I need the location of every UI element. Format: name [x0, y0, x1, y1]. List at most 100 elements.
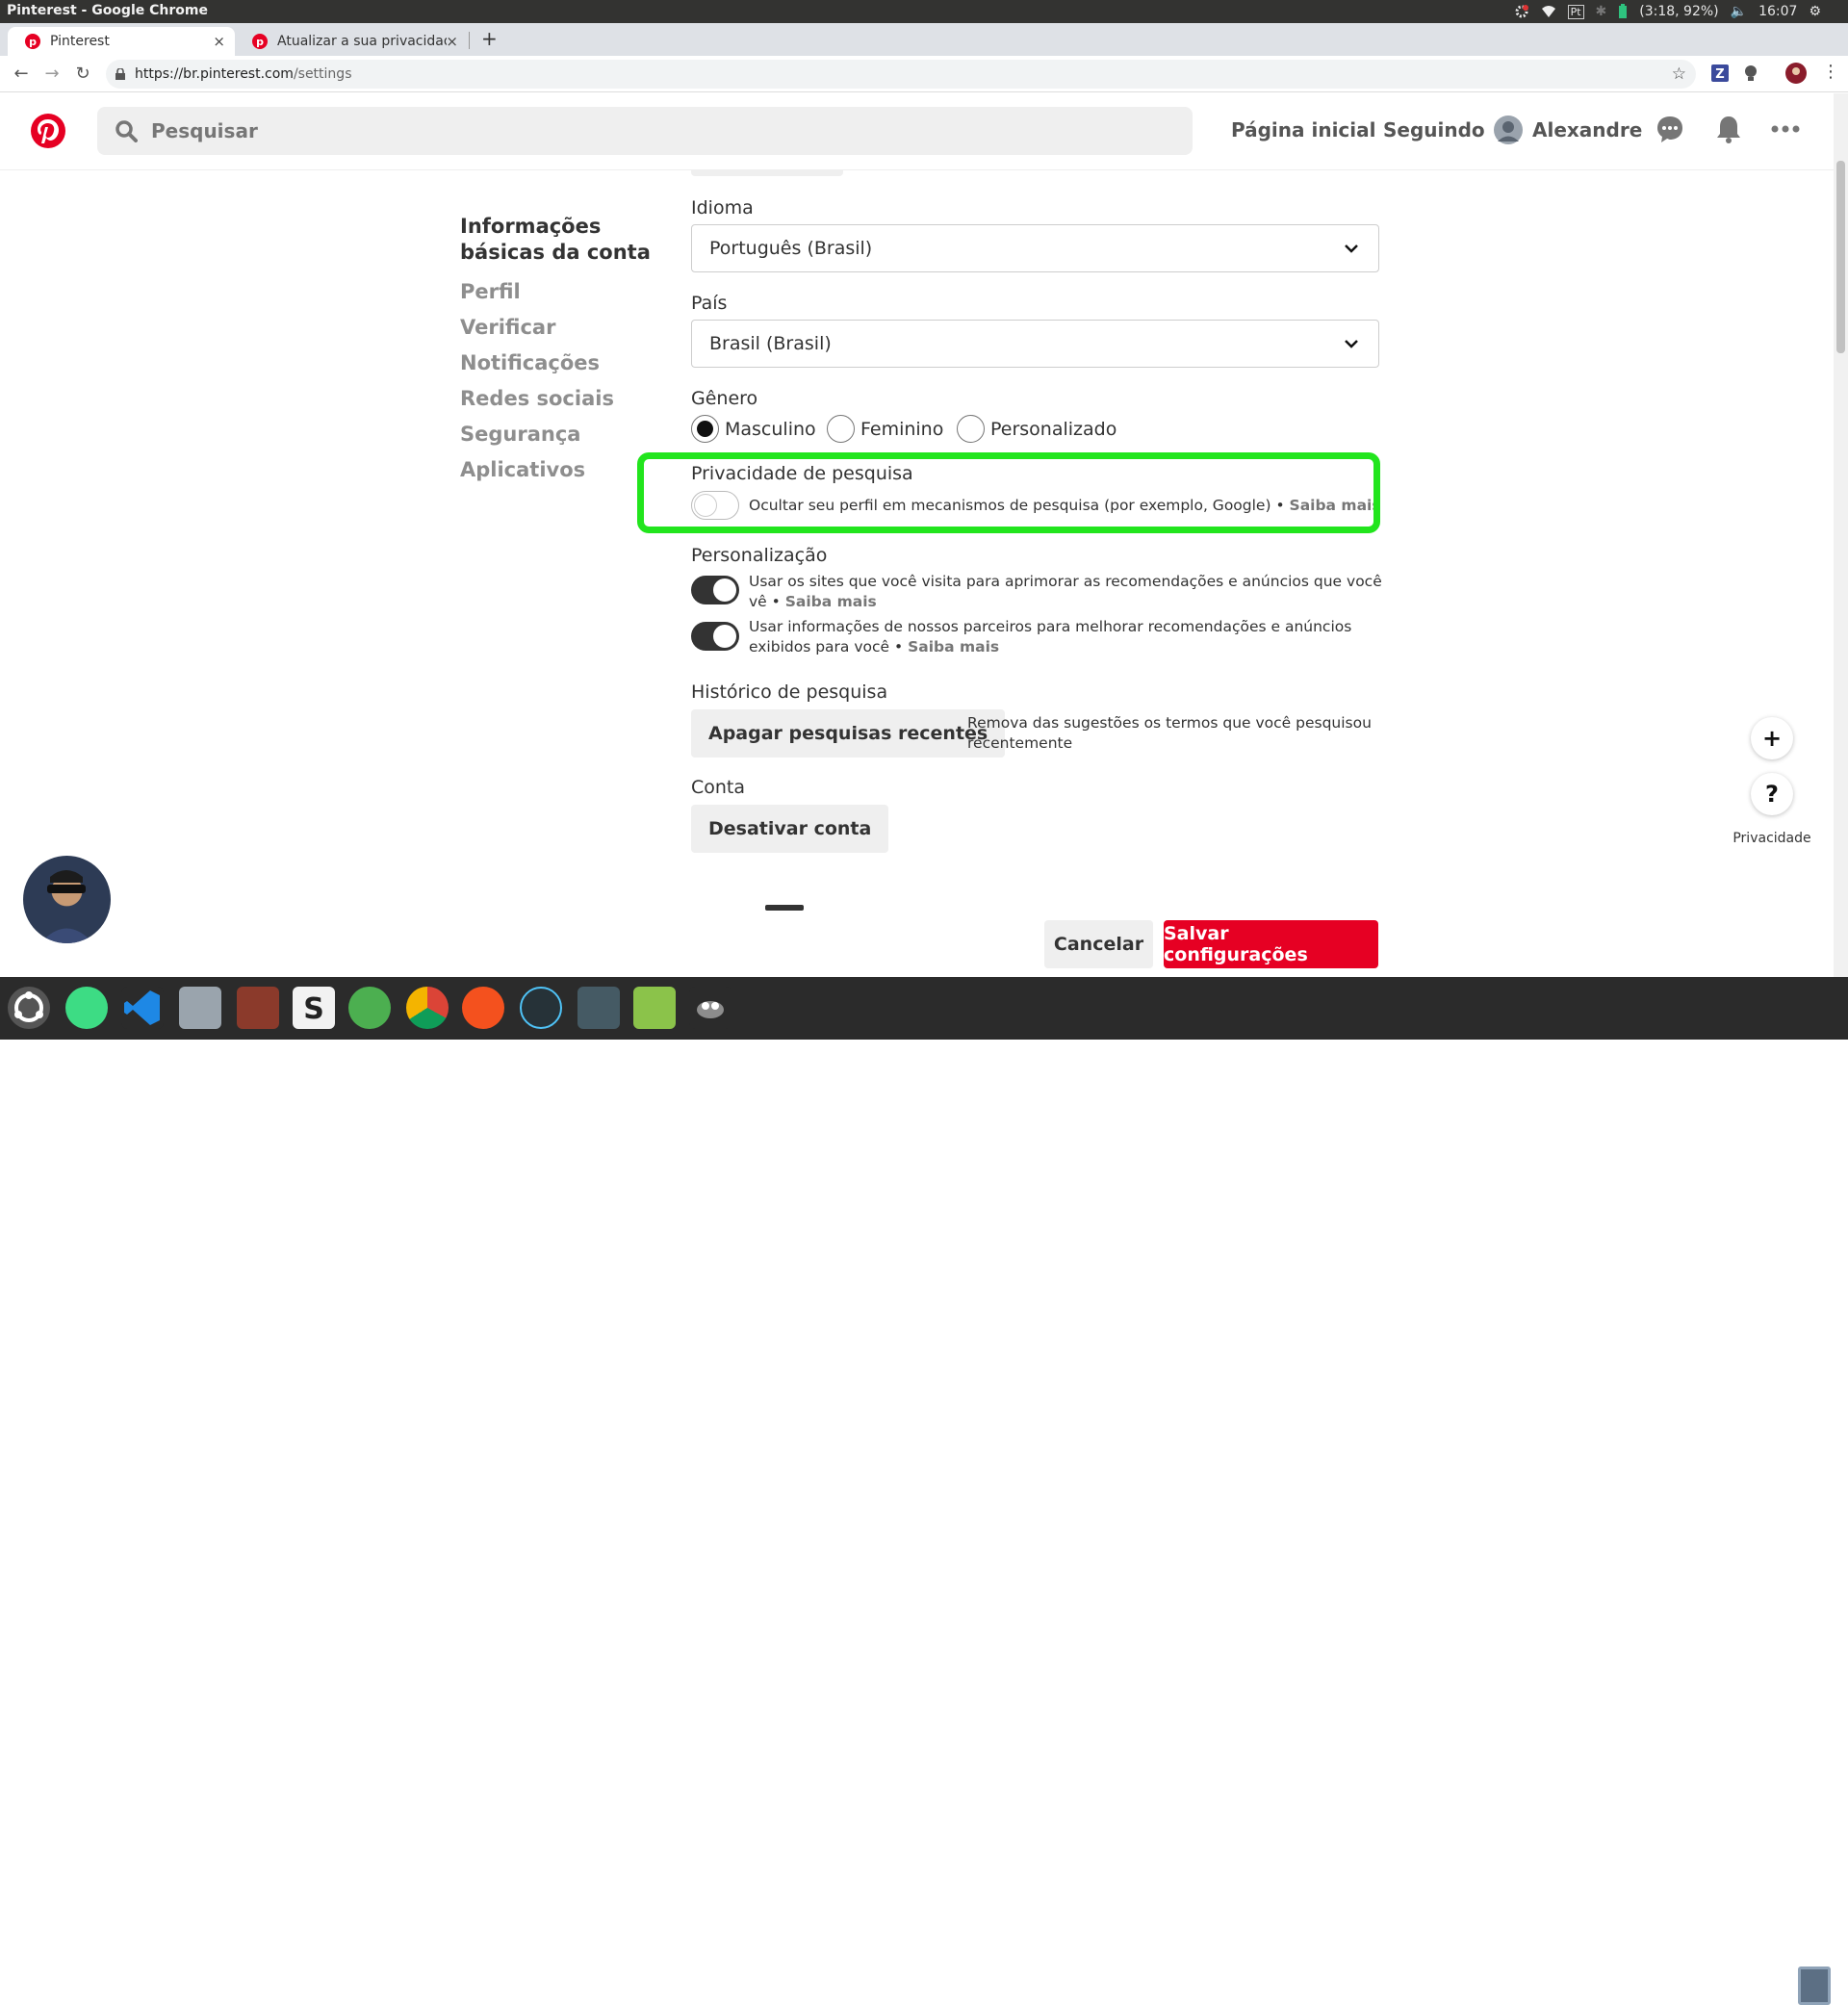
- learn-more-link[interactable]: Saiba mais: [908, 638, 999, 655]
- user-name-link[interactable]: Alexandre: [1532, 118, 1642, 141]
- more-options-icon[interactable]: [1771, 125, 1800, 133]
- android-studio-icon[interactable]: [65, 987, 108, 1029]
- ubuntu-launcher-icon[interactable]: [8, 987, 50, 1029]
- new-tab-button[interactable]: +: [481, 27, 498, 50]
- sidebar-item-profile[interactable]: Perfil: [460, 274, 672, 310]
- personalization-partners-toggle[interactable]: [691, 622, 739, 651]
- radio-empty-icon[interactable]: [957, 415, 985, 443]
- toggle-knob: [713, 578, 736, 602]
- tab-pinterest[interactable]: p Pinterest ×: [8, 27, 235, 56]
- svg-text:Z: Z: [1715, 67, 1724, 82]
- vscode-icon[interactable]: [121, 987, 164, 1029]
- language-select[interactable]: Português (Brasil): [691, 224, 1379, 272]
- sidebar-item-social-networks[interactable]: Redes sociais: [460, 381, 672, 417]
- profile-avatar-icon[interactable]: [1785, 63, 1807, 84]
- highlight-box: [637, 452, 1380, 533]
- keyboard-layout-indicator[interactable]: Pt: [1567, 4, 1584, 19]
- zotero-extension-icon[interactable]: Z: [1711, 64, 1729, 82]
- atom-icon[interactable]: [348, 987, 391, 1029]
- nav-home-link[interactable]: Página inicial: [1231, 118, 1376, 141]
- tab-divider: [469, 32, 470, 49]
- pinterest-favicon-icon: p: [25, 34, 40, 49]
- chrome-menu-icon[interactable]: ⋮: [1822, 62, 1839, 82]
- window-title: Pinterest - Google Chrome: [7, 3, 208, 18]
- forward-arrow-icon[interactable]: →: [41, 64, 63, 85]
- user-avatar[interactable]: [1494, 116, 1523, 144]
- gitkraken-icon[interactable]: [520, 987, 562, 1029]
- sublime-text-icon[interactable]: S: [293, 987, 335, 1029]
- country-select[interactable]: Brasil (Brasil): [691, 320, 1379, 368]
- sidebar-item-notifications[interactable]: Notificações: [460, 346, 672, 381]
- close-tab-icon[interactable]: ×: [446, 33, 458, 50]
- gender-radio-custom[interactable]: Personalizado: [957, 415, 1116, 443]
- lock-icon[interactable]: [116, 68, 125, 80]
- radio-selected-icon[interactable]: [691, 415, 719, 443]
- files-icon[interactable]: [179, 987, 221, 1029]
- tab-label: Atualizar a sua privacidad: [277, 34, 447, 49]
- account-label: Conta: [691, 777, 746, 798]
- terminal-icon[interactable]: [578, 987, 620, 1029]
- wifi-icon[interactable]: [1541, 5, 1556, 18]
- url-host: https://br.pinterest.com: [135, 66, 294, 82]
- cancel-button[interactable]: Cancelar: [1044, 920, 1153, 968]
- deactivate-account-button[interactable]: Desativar conta: [691, 805, 889, 853]
- add-pin-button[interactable]: +: [1751, 717, 1793, 759]
- scrollbar-thumb[interactable]: [1836, 161, 1845, 353]
- gender-option-label: Personalizado: [990, 418, 1117, 440]
- webcam-overlay-avatar: [23, 856, 111, 943]
- power-icon[interactable]: ⚙: [1809, 4, 1821, 19]
- book-app-icon[interactable]: [237, 987, 279, 1029]
- language-label: Idioma: [691, 197, 754, 218]
- settings-gear-icon[interactable]: [1514, 4, 1529, 19]
- help-button[interactable]: ?: [1751, 773, 1793, 815]
- system-tray: Pt ✱ (3:18, 92%) 🔈 16:07 ⚙: [1514, 0, 1848, 23]
- reload-icon[interactable]: ↻: [72, 64, 93, 85]
- personalization-label: Personalização: [691, 545, 828, 566]
- personalization-sites-description: Usar os sites que você visita para aprim…: [749, 572, 1384, 612]
- save-settings-button[interactable]: Salvar configurações: [1164, 920, 1378, 968]
- language-value: Português (Brasil): [709, 238, 873, 259]
- sidebar-item-basic-info[interactable]: Informações básicas da conta: [460, 214, 672, 266]
- battery-icon[interactable]: [1618, 4, 1628, 19]
- close-tab-icon[interactable]: ×: [213, 33, 225, 50]
- privacy-link[interactable]: Privacidade: [1729, 831, 1815, 846]
- search-input[interactable]: Pesquisar: [97, 107, 1193, 155]
- svg-text:p: p: [256, 36, 264, 48]
- personalization-sites-toggle[interactable]: [691, 576, 739, 604]
- clock[interactable]: 16:07: [1758, 4, 1797, 19]
- android-device-icon[interactable]: [633, 987, 676, 1029]
- partial-field-above: [691, 170, 843, 176]
- bluetooth-icon[interactable]: ✱: [1596, 4, 1607, 19]
- trash-icon[interactable]: [1798, 1966, 1831, 2005]
- search-icon: [115, 119, 138, 142]
- bookmark-star-icon[interactable]: ☆: [1672, 64, 1686, 84]
- url-path: /settings: [293, 66, 352, 82]
- page-scrollbar[interactable]: [1834, 93, 1848, 977]
- notifications-bell-icon[interactable]: [1715, 115, 1742, 143]
- messages-icon[interactable]: [1656, 115, 1684, 143]
- volume-icon[interactable]: 🔈: [1731, 4, 1747, 19]
- chrome-icon[interactable]: [406, 987, 449, 1029]
- tab-privacy-update[interactable]: p Atualizar a sua privacidad ×: [235, 27, 468, 56]
- pinterest-favicon-icon: p: [252, 34, 268, 49]
- learn-more-link[interactable]: Saiba mais: [785, 593, 877, 610]
- gender-radio-male[interactable]: Masculino: [691, 415, 816, 443]
- nav-following-link[interactable]: Seguindo: [1383, 118, 1485, 141]
- radio-empty-icon[interactable]: [827, 415, 855, 443]
- gender-radio-female[interactable]: Feminino: [827, 415, 943, 443]
- gimp-icon[interactable]: [689, 987, 732, 1029]
- postman-icon[interactable]: [462, 987, 504, 1029]
- search-history-label: Histórico de pesquisa: [691, 681, 888, 703]
- taskbar-dock: S: [0, 977, 1848, 2005]
- back-arrow-icon[interactable]: ←: [11, 64, 32, 85]
- address-bar[interactable]: https://br.pinterest.com/settings ☆: [106, 60, 1696, 89]
- toggle-knob: [713, 625, 736, 648]
- pinterest-logo-icon[interactable]: [31, 114, 65, 148]
- extension-bulb-icon[interactable]: [1744, 64, 1758, 82]
- clear-recent-searches-button[interactable]: Apagar pesquisas recentes: [691, 709, 1006, 758]
- sidebar-item-verify[interactable]: Verificar: [460, 310, 672, 346]
- sidebar-item-security[interactable]: Segurança: [460, 417, 672, 452]
- svg-text:p: p: [29, 36, 37, 48]
- tab-label: Pinterest: [50, 34, 110, 49]
- personalization-partners-description: Usar informações de nossos parceiros par…: [749, 617, 1384, 657]
